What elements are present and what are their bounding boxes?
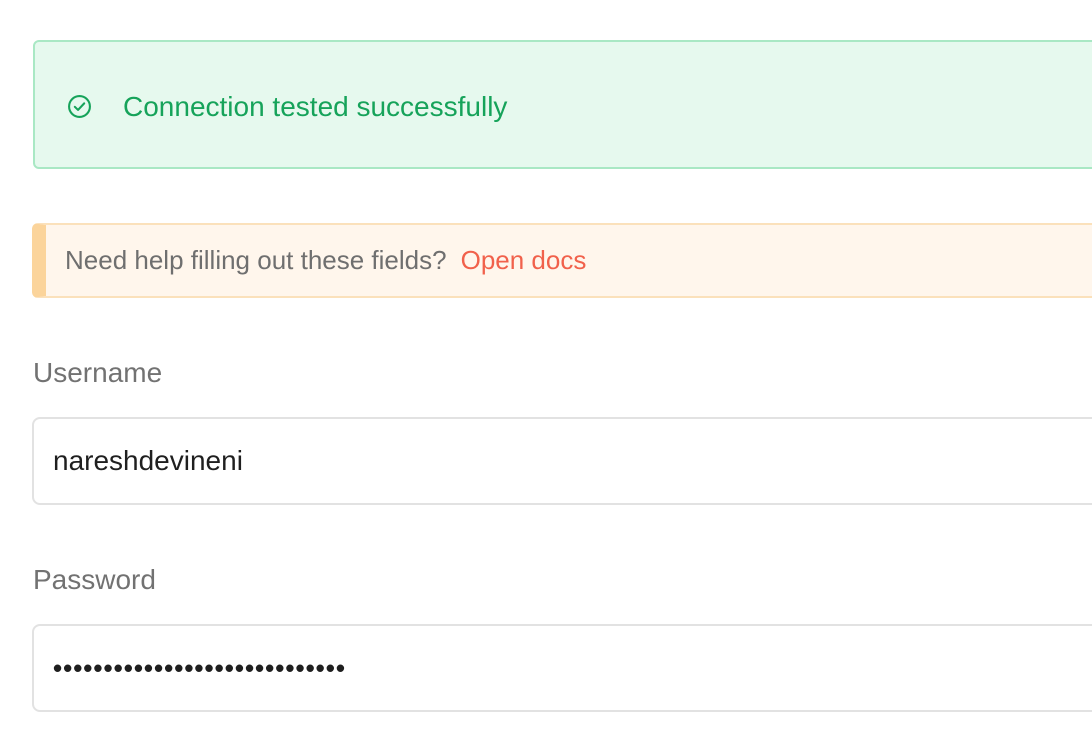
password-value: ••••••••••••••••••••••••••••• (53, 653, 346, 683)
username-value: nareshdevineni (53, 445, 243, 476)
username-input[interactable]: nareshdevineni (32, 417, 1092, 505)
success-banner: Connection tested successfully (33, 40, 1092, 169)
password-label: Password (33, 564, 156, 595)
password-input[interactable]: ••••••••••••••••••••••••••••• (32, 624, 1092, 712)
connection-form: Connection tested successfully Need help… (0, 0, 1092, 749)
username-label: Username (33, 357, 163, 388)
success-message: Connection tested successfully (123, 91, 508, 122)
help-text: Need help filling out these fields? (65, 245, 447, 275)
open-docs-link[interactable]: Open docs (461, 245, 587, 275)
help-banner: Need help filling out these fields? Open … (32, 223, 1092, 298)
help-text-container: Need help filling out these fields? Open … (65, 225, 586, 296)
check-circle-icon (68, 95, 91, 118)
